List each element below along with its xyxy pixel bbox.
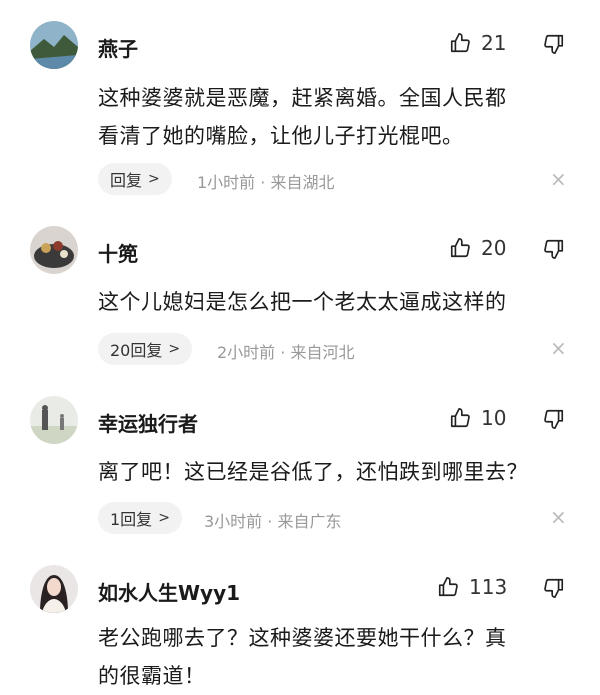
thumbs-up-icon xyxy=(438,577,458,597)
comment-meta: 1小时前 · 来自湖北 xyxy=(197,169,334,193)
timestamp: 3小时前 xyxy=(204,512,263,531)
comment-text: 这个儿媳妇是怎么把一个老太太逼成这样的 xyxy=(98,283,568,321)
thumbs-up-icon xyxy=(450,408,470,428)
thumbs-down-icon[interactable] xyxy=(543,33,565,55)
avatar[interactable] xyxy=(30,226,78,274)
comment-text: 这种婆婆就是恶魔，赶紧离婚。全国人民都 看清了她的嘴脸，让他儿子打光棍吧。 xyxy=(98,79,568,155)
avatar[interactable] xyxy=(30,396,78,444)
comment-text-line: 老公跑哪去了？这种婆婆还要她干什么？真 xyxy=(98,626,507,650)
reply-label: 1回复 xyxy=(110,510,153,529)
comment-text-line: 的很霸道！ xyxy=(98,664,206,688)
comment-text: 老公跑哪去了？这种婆婆还要她干什么？真 的很霸道！ xyxy=(98,619,568,695)
reply-button[interactable]: 1回复 > xyxy=(98,502,182,534)
like-count: 21 xyxy=(481,31,507,55)
reply-label: 回复 xyxy=(110,171,143,190)
comment-meta: 2小时前 · 来自河北 xyxy=(217,339,354,363)
close-icon[interactable]: × xyxy=(550,169,567,189)
like-button[interactable]: 10 xyxy=(449,406,506,430)
close-icon[interactable]: × xyxy=(550,338,567,358)
close-icon[interactable]: × xyxy=(550,507,567,527)
location: 来自河北 xyxy=(290,343,355,362)
like-count: 113 xyxy=(469,575,508,599)
location: 来自广东 xyxy=(277,512,342,531)
thumbs-up-icon xyxy=(450,33,470,53)
reply-button[interactable]: 20回复 > xyxy=(98,333,193,365)
meta-separator: · xyxy=(280,343,286,362)
thumbs-down-icon[interactable] xyxy=(543,238,565,260)
like-button[interactable]: 21 xyxy=(449,31,506,55)
comment-text-line: 离了吧！这已经是谷低了，还怕跌到哪里去？ xyxy=(98,460,528,484)
comment-text-line: 这种婆婆就是恶魔，赶紧离婚。全国人民都 xyxy=(98,86,507,110)
chevron-right-icon: > xyxy=(158,510,170,526)
username[interactable]: 十篼 xyxy=(98,238,138,267)
thumbs-down-icon[interactable] xyxy=(543,408,565,430)
reply-label: 20回复 xyxy=(110,341,163,360)
like-button[interactable]: 20 xyxy=(449,236,506,260)
thumbs-down-icon[interactable] xyxy=(543,577,565,599)
meta-separator: · xyxy=(267,512,273,531)
comment-text-line: 看清了她的嘴脸，让他儿子打光棍吧。 xyxy=(98,124,464,148)
username[interactable]: 如水人生Wyy1 xyxy=(98,577,240,606)
location: 来自湖北 xyxy=(270,173,335,192)
timestamp: 1小时前 xyxy=(197,173,256,192)
username[interactable]: 幸运独行者 xyxy=(98,408,198,437)
like-button[interactable]: 113 xyxy=(437,575,507,599)
comment-text-line: 这个儿媳妇是怎么把一个老太太逼成这样的 xyxy=(98,290,507,314)
like-count: 20 xyxy=(481,236,507,260)
avatar[interactable] xyxy=(30,565,78,613)
chevron-right-icon: > xyxy=(148,171,160,187)
chevron-right-icon: > xyxy=(168,341,181,357)
timestamp: 2小时前 xyxy=(217,343,276,362)
avatar[interactable] xyxy=(30,21,78,69)
reply-button[interactable]: 回复 > xyxy=(98,163,172,195)
like-count: 10 xyxy=(481,406,507,430)
comment-meta: 3小时前 · 来自广东 xyxy=(204,508,341,532)
thumbs-up-icon xyxy=(450,238,470,258)
comment-text: 离了吧！这已经是谷低了，还怕跌到哪里去？ xyxy=(98,453,568,491)
meta-separator: · xyxy=(260,173,266,192)
username[interactable]: 燕子 xyxy=(98,33,138,62)
